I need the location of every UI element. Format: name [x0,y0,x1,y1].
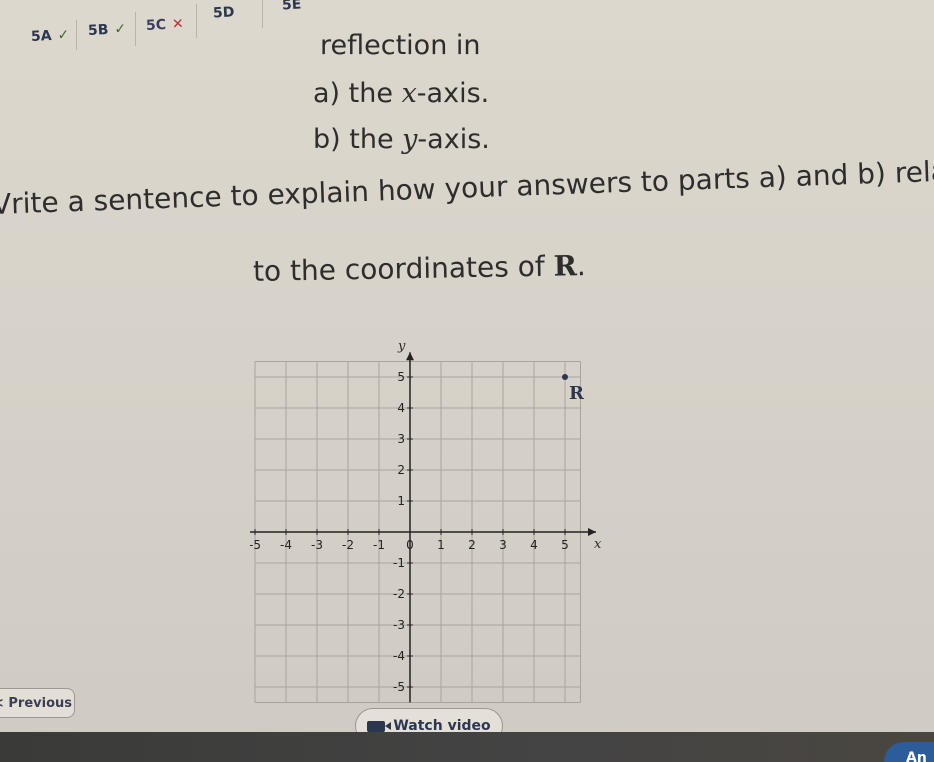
question-instruction: Vrite a sentence to explain how your ans… [0,154,934,221]
video-camera-icon [367,720,392,732]
axes [250,352,596,703]
tab-label: 5A [30,27,52,45]
x-tick-label: -4 [280,538,292,552]
tab-5a[interactable]: 5A ✓ [31,27,70,45]
tab-label: 5B [87,21,109,39]
coords-prefix: to the coordinates of [252,249,554,288]
part-b-suffix: -axis. [417,124,490,155]
tab-5b[interactable]: 5B ✓ [88,21,127,39]
x-tick-label: 5 [561,538,569,552]
x-tick-label: 4 [530,538,538,552]
tab-divider [135,12,136,46]
x-tick-label: -3 [311,538,323,552]
y-tick-label: -5 [393,680,405,694]
question-instruction-coords: to the coordinates of R. [253,249,586,288]
y-tick-label: -3 [393,618,405,632]
x-tick-label: 0 [406,538,414,552]
point-r-label: R [569,383,585,404]
x-tick-label: 3 [499,538,507,552]
tab-divider [262,0,263,28]
y-axis-label: y [397,339,406,354]
y-tick-label: 1 [397,494,405,508]
coordinate-grid: -5 -4 -3 -2 -1 0 1 2 3 4 554321-1-2-3-4-5 x y R [250,339,602,703]
tab-label: 5C [145,16,167,34]
y-tick-label: -1 [393,556,405,570]
x-axis-arrow [588,528,596,536]
part-a-suffix: -axis. [416,78,490,109]
cross-icon: ✕ [171,16,185,33]
tab-5c[interactable]: 5C ✕ [146,16,185,34]
tab-label: 5D [212,4,235,22]
part-a-prefix: a) the [313,78,402,109]
coords-point-name: R [553,249,578,283]
coords-suffix: . [576,249,587,283]
tab-divider [196,4,197,38]
taskbar [0,732,934,762]
check-icon: ✓ [57,27,70,44]
point-r-marker[interactable] [562,374,568,380]
part-a-variable: x [401,78,417,109]
y-tick-label: -4 [393,649,405,663]
question-text-reflection: reflection in [320,30,481,61]
question-part-a: a) the x-axis. [313,78,489,109]
tab-label: 5E [281,0,302,14]
check-icon: ✓ [113,21,127,38]
x-tick-label: 1 [437,538,445,552]
tab-divider [76,20,77,50]
x-tick-label: 2 [468,538,476,552]
y-tick-label: 5 [397,370,405,384]
y-tick-label: -2 [393,587,405,601]
y-axis-arrow [406,352,414,361]
part-b-variable: y [402,124,418,155]
tab-5d[interactable]: 5D [213,4,235,21]
previous-button[interactable]: < Previous [0,688,75,718]
y-tick-label: 4 [397,401,405,415]
x-tick-label: -2 [342,538,354,552]
question-part-b: b) the y-axis. [313,124,490,155]
x-axis-label: x [594,537,602,552]
x-tick-label: -5 [250,538,261,552]
tab-5e[interactable]: 5E [282,0,302,13]
corner-button[interactable]: An [884,742,934,762]
part-b-prefix: b) the [313,124,403,155]
y-tick-label: 2 [397,463,405,477]
x-tick-label: -1 [373,538,385,552]
y-tick-label: 3 [397,432,405,446]
